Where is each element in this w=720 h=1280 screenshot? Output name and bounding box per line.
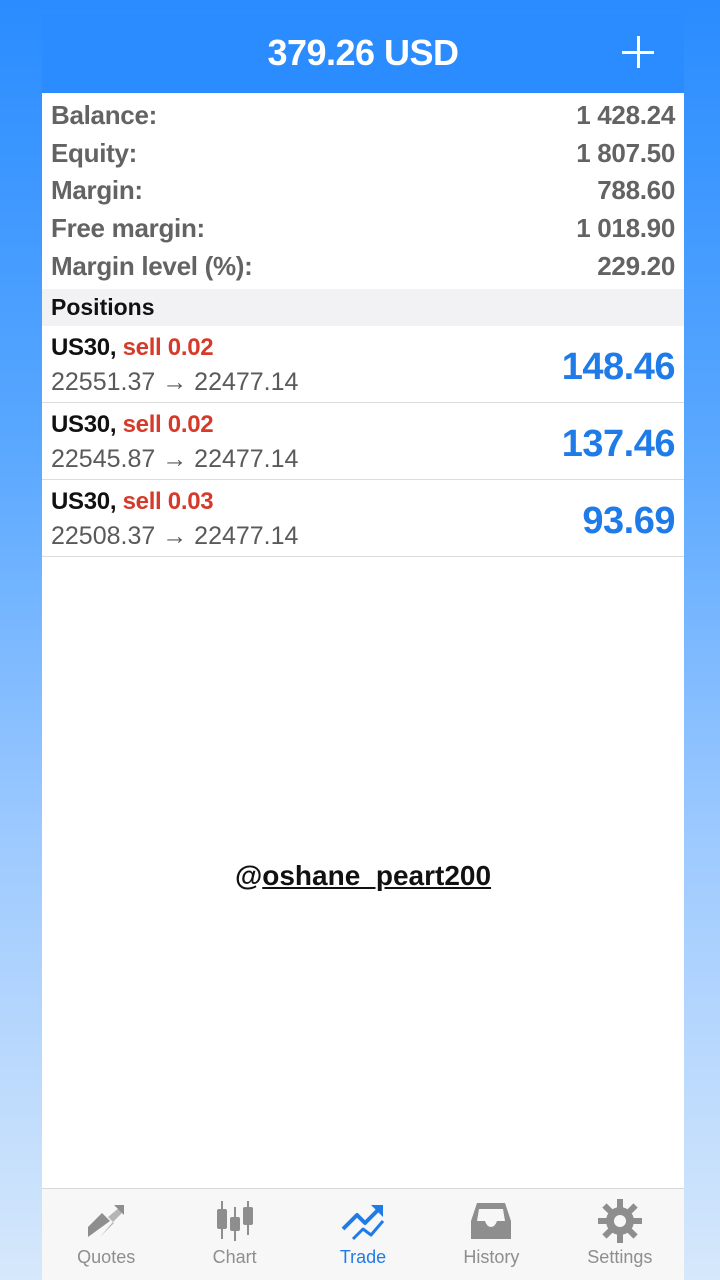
watermark-at: @ (234, 860, 263, 891)
free-margin-label: Free margin: (51, 213, 205, 244)
balance-value: 1 428.24 (576, 100, 675, 131)
position-symbol: US30, (51, 487, 117, 515)
position-symbol: US30, (51, 410, 117, 438)
position-side: sell 0.02 (122, 333, 214, 361)
equity-label: Equity: (51, 137, 138, 168)
margin-row: Margin: 788.60 (42, 172, 684, 210)
free-margin-row: Free margin: 1 018.90 (42, 210, 684, 248)
equity-value: 1 807.50 (576, 137, 675, 168)
position-row[interactable]: US30, sell 0.02 22551.37 → 22477.14 148.… (42, 326, 684, 403)
equity-row: Equity: 1 807.50 (42, 135, 684, 173)
positions-section-header: Positions (42, 288, 684, 326)
tab-trade[interactable]: Trade (299, 1189, 427, 1280)
margin-level-label: Margin level (%): (51, 250, 253, 281)
tab-quotes-label: Quotes (77, 1247, 136, 1267)
balance-row: Balance: 1 428.24 (42, 97, 684, 135)
tab-settings[interactable]: Settings (556, 1189, 684, 1280)
position-profit: 93.69 (582, 499, 675, 542)
trade-icon (341, 1205, 385, 1241)
plus-icon[interactable] (622, 36, 654, 68)
tab-history[interactable]: History (427, 1189, 555, 1280)
account-profit-title: 379.26 USD (267, 32, 459, 73)
margin-level-row: Margin level (%): 229.20 (42, 247, 684, 285)
position-profit: 148.46 (561, 345, 676, 388)
position-title: US30, sell 0.02 (51, 410, 214, 439)
account-summary: Balance: 1 428.24 Equity: 1 807.50 Margi… (42, 93, 684, 285)
position-symbol: US30, (51, 333, 117, 361)
quotes-icon (88, 1205, 125, 1237)
tab-chart[interactable]: Chart (170, 1189, 298, 1280)
position-title: US30, sell 0.02 (51, 333, 214, 362)
margin-value: 788.60 (597, 175, 675, 206)
tab-history-label: History (463, 1247, 520, 1267)
tab-bar: Quotes Chart Trade History Settings (42, 1188, 684, 1280)
tab-settings-label: Settings (587, 1247, 653, 1267)
balance-label: Balance: (51, 100, 157, 131)
watermark-handle: @oshane_peart200 (42, 860, 684, 892)
tab-chart-label: Chart (212, 1247, 257, 1267)
top-bar: 379.26 USD (42, 14, 684, 93)
position-title: US30, sell 0.03 (51, 487, 214, 516)
position-profit: 137.46 (561, 422, 676, 465)
settings-icon (597, 1199, 642, 1243)
margin-label: Margin: (51, 175, 143, 206)
free-margin-value: 1 018.90 (576, 213, 675, 244)
position-prices: 22551.37 → 22477.14 (51, 367, 299, 396)
watermark-username: oshane_peart200 (262, 860, 492, 891)
position-prices: 22508.37 → 22477.14 (51, 521, 299, 550)
position-row[interactable]: US30, sell 0.03 22508.37 → 22477.14 93.6… (42, 480, 684, 557)
tab-quotes[interactable]: Quotes (42, 1189, 170, 1280)
position-prices: 22545.87 → 22477.14 (51, 444, 299, 473)
history-icon (471, 1203, 512, 1239)
position-side: sell 0.03 (122, 487, 214, 515)
tab-trade-label: Trade (339, 1247, 387, 1267)
position-row[interactable]: US30, sell 0.02 22545.87 → 22477.14 137.… (42, 403, 684, 480)
trade-screen: 379.26 USD Balance: 1 428.24 Equity: 1 8… (42, 14, 684, 1280)
position-side: sell 0.02 (122, 410, 214, 438)
margin-level-value: 229.20 (597, 250, 675, 281)
chart-icon (216, 1201, 253, 1241)
